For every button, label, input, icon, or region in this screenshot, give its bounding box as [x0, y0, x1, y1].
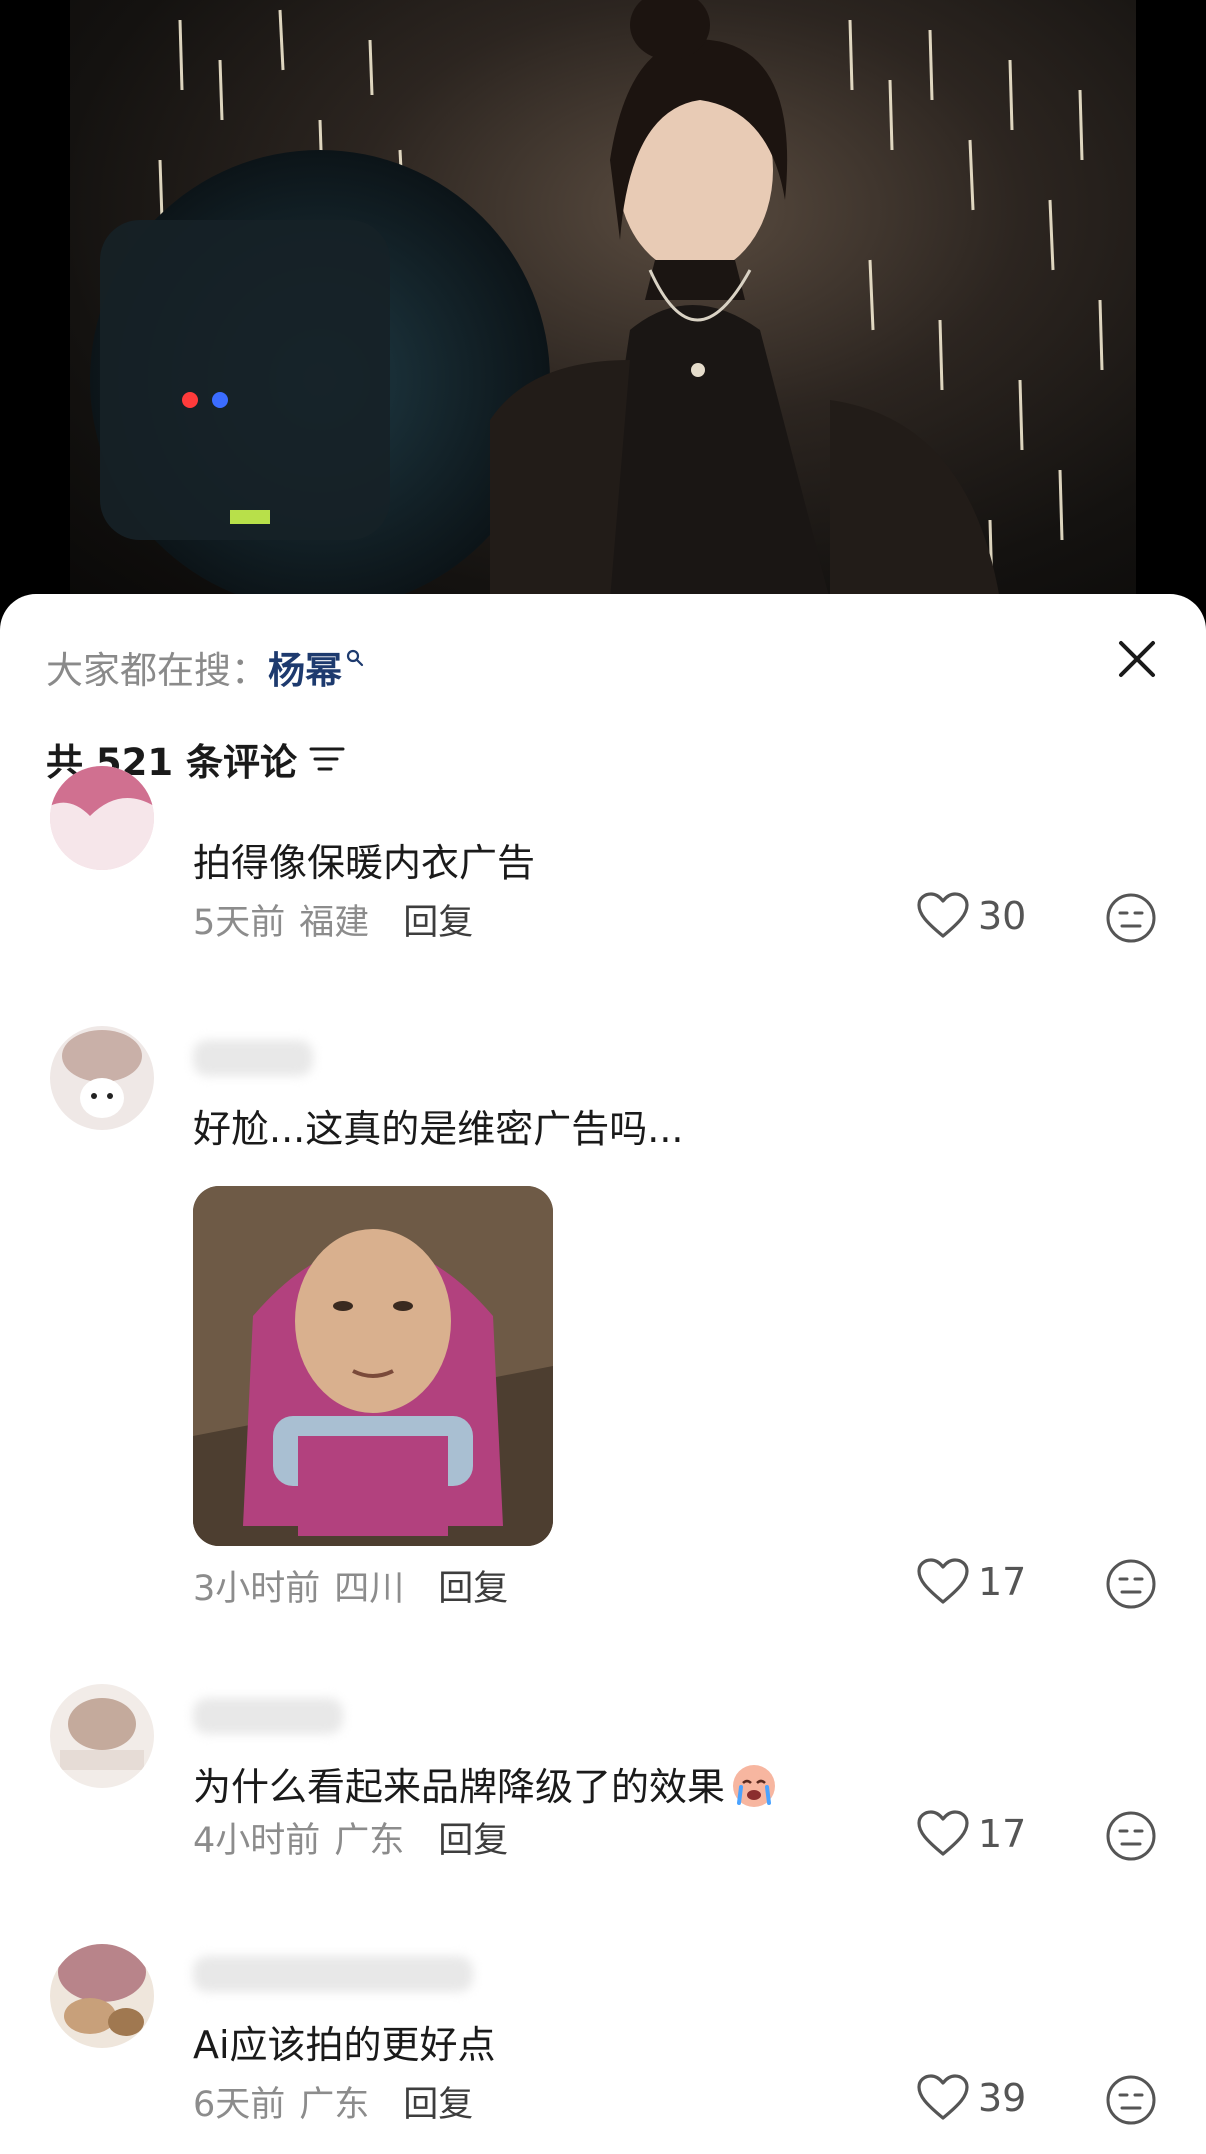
hot-search[interactable]: 大家都在搜： 杨幂	[46, 640, 364, 694]
comment-meta: 5天前 福建 回复	[193, 894, 473, 945]
comment-meta: 4小时前 广东 回复	[193, 1812, 508, 1863]
avatar[interactable]	[50, 1026, 154, 1130]
video-image	[90, 0, 1104, 600]
comment-meta: 6天前 广东 回复	[193, 2076, 473, 2127]
dislike-face-icon	[1106, 2075, 1156, 2125]
like-button[interactable]: 17	[916, 1558, 1026, 1606]
hot-search-term[interactable]: 杨幂	[268, 640, 342, 694]
reply-button[interactable]: 回复	[438, 1560, 508, 1611]
like-count: 39	[978, 2076, 1027, 2120]
avatar[interactable]	[50, 1684, 154, 1788]
comment-time: 4小时前	[193, 1821, 321, 1861]
avatar[interactable]	[50, 766, 154, 870]
crying-face-emoji	[733, 1764, 776, 1807]
dislike-button[interactable]	[1105, 892, 1157, 948]
reply-button[interactable]: 回复	[403, 894, 473, 945]
like-count: 17	[978, 1812, 1027, 1856]
like-count: 17	[978, 1560, 1027, 1604]
comment-time: 6天前	[193, 2085, 286, 2125]
heart-icon	[917, 1810, 969, 1856]
comment-text: Ai应该拍的更好点	[193, 2023, 496, 2067]
meme-picture	[193, 1186, 553, 1546]
like-button[interactable]: 39	[916, 2074, 1026, 2122]
avatar[interactable]	[50, 1944, 154, 2048]
reply-button[interactable]: 回复	[438, 1812, 508, 1863]
reply-button[interactable]: 回复	[403, 2076, 473, 2127]
heart-icon	[917, 1558, 969, 1604]
like-button[interactable]: 17	[916, 1810, 1026, 1858]
comment-text: 拍得像保暖内衣广告	[193, 841, 536, 885]
username[interactable]	[193, 1698, 343, 1734]
avatar-image	[50, 1026, 154, 1130]
comment-location: 广东	[334, 1821, 405, 1861]
dislike-button[interactable]	[1105, 1810, 1157, 1866]
hot-search-prefix: 大家都在搜：	[46, 649, 268, 692]
dislike-button[interactable]	[1105, 2074, 1157, 2130]
comment-location: 四川	[334, 1569, 405, 1609]
like-count: 30	[978, 894, 1027, 938]
comment-text: 为什么看起来品牌降级了的效果	[193, 1756, 779, 1811]
dislike-face-icon	[1106, 893, 1156, 943]
username[interactable]	[193, 1956, 473, 1992]
search-icon	[346, 649, 364, 667]
avatar-image	[50, 1944, 154, 2048]
comment-time: 3小时前	[193, 1569, 321, 1609]
comments-sheet: 大家都在搜： 杨幂 共 521 条评论 拍得像保暖内衣广告 5天前 福建 回复 …	[0, 594, 1206, 2154]
comment-meta: 3小时前 四川 回复	[193, 1560, 508, 1611]
meme-image[interactable]	[193, 1186, 553, 1546]
close-icon	[1119, 641, 1155, 677]
video-frame[interactable]	[70, 0, 1136, 600]
dislike-face-icon	[1106, 1559, 1156, 1609]
comment-text: 好尬...这真的是维密广告吗...	[193, 1107, 684, 1151]
heart-icon	[917, 2074, 969, 2120]
heart-icon	[917, 892, 969, 938]
like-button[interactable]: 30	[916, 892, 1026, 940]
comment-location: 福建	[299, 903, 370, 943]
avatar-image	[50, 766, 154, 870]
dislike-button[interactable]	[1105, 1558, 1157, 1614]
dislike-face-icon	[1106, 1811, 1156, 1861]
avatar-image	[50, 1684, 154, 1788]
comment-time: 5天前	[193, 903, 286, 943]
video-area[interactable]	[0, 0, 1206, 620]
close-button[interactable]	[1112, 634, 1162, 684]
comment-text-content: 为什么看起来品牌降级了的效果	[193, 1765, 726, 1809]
sort-icon[interactable]	[309, 745, 345, 773]
comment-location: 广东	[299, 2085, 370, 2125]
username[interactable]	[193, 1040, 313, 1076]
